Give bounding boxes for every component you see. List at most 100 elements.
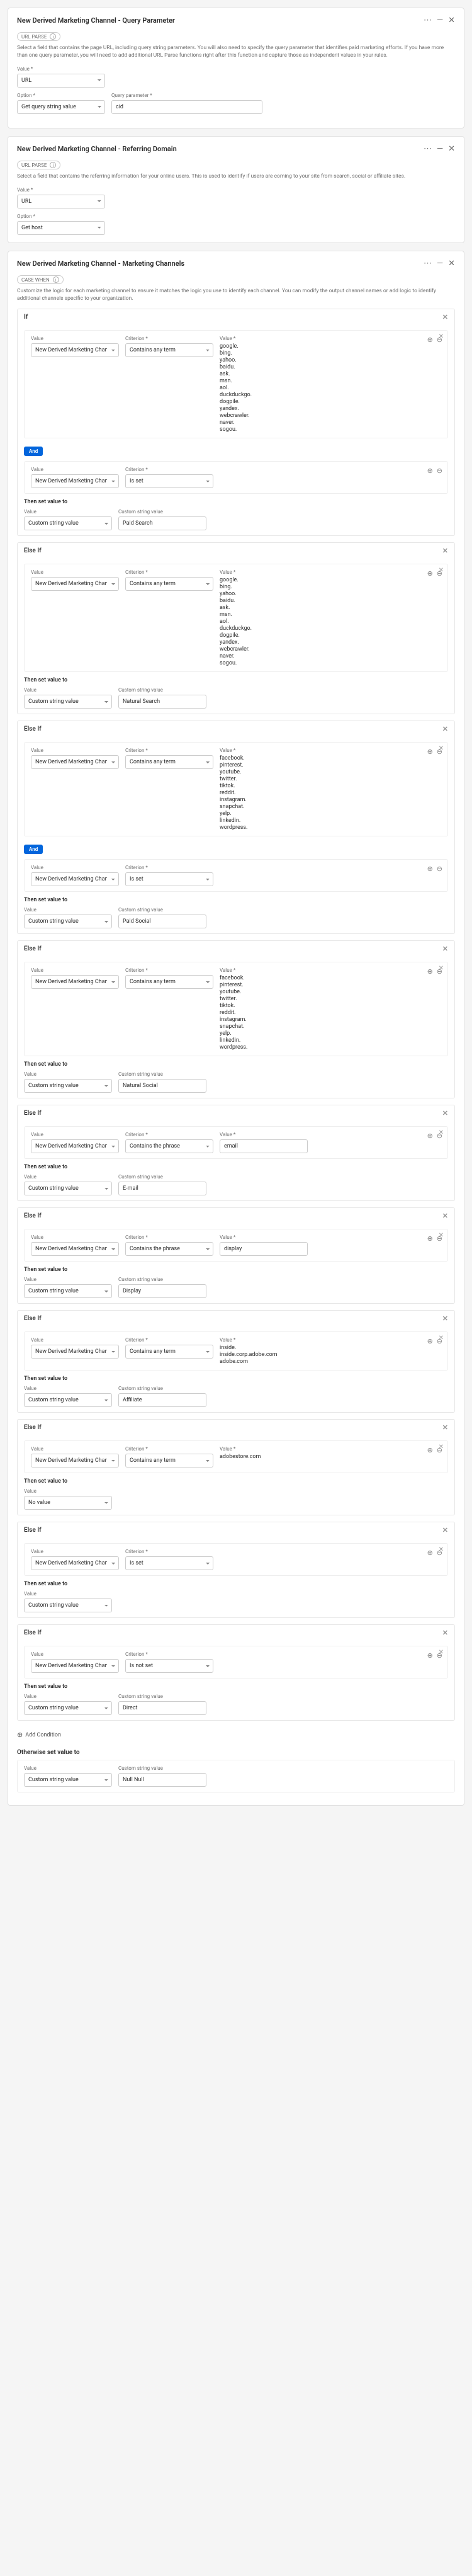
then-value-select[interactable]: Custom string value	[24, 516, 112, 530]
add-icon[interactable]: ⊕	[427, 748, 433, 756]
delete-icon[interactable]: ⊖	[437, 336, 442, 344]
collapse-icon[interactable]: —	[437, 16, 443, 25]
value-select[interactable]: New Derived Marketing Channe...n	[31, 1242, 119, 1256]
close-icon[interactable]: ✕	[442, 1314, 448, 1323]
option-select[interactable]: Get host	[17, 221, 105, 235]
then-value-input[interactable]	[118, 1182, 206, 1195]
delete-icon[interactable]: ⊖	[437, 1549, 442, 1557]
add-icon[interactable]: ⊕	[427, 1337, 433, 1345]
criterion-select[interactable]: Contains any term	[125, 1345, 213, 1359]
add-icon[interactable]: ⊕	[427, 967, 433, 976]
value-select[interactable]: New Derived Marketing Channe...n	[31, 755, 119, 769]
value-list[interactable]: adobestore.com	[220, 1454, 276, 1460]
then-value-select[interactable]: Custom string value	[24, 1701, 112, 1715]
more-icon[interactable]: ⋯	[424, 144, 432, 154]
value-select[interactable]: New Derived Marketing Channe...n	[31, 872, 119, 886]
collapse-icon[interactable]: —	[437, 259, 443, 268]
add-icon[interactable]: ⊕	[427, 1234, 433, 1243]
close-icon[interactable]: ✕	[442, 1423, 448, 1432]
then-value-select[interactable]: Custom string value	[24, 1284, 112, 1298]
value-list[interactable]: google.bing.yahoo.baidu.ask.msn.aol.duck…	[220, 577, 276, 666]
then-value-input[interactable]	[118, 1393, 206, 1407]
then-value-input[interactable]	[118, 695, 206, 709]
close-icon[interactable]: ✕	[442, 547, 448, 555]
and-button[interactable]: And	[24, 845, 43, 854]
value-select[interactable]: New Derived Marketing Channe...n	[31, 1139, 119, 1153]
help-icon[interactable]: i	[53, 276, 59, 283]
close-icon[interactable]: ✕	[442, 313, 448, 321]
criterion-select[interactable]: Contains any term	[125, 577, 213, 591]
value-select[interactable]: New Derived Marketing Channe...n	[31, 343, 119, 357]
then-value-select[interactable]: Custom string value	[24, 1079, 112, 1093]
value-list[interactable]: google.bing.yahoo.baidu.ask.msn.aol.duck…	[220, 343, 276, 433]
and-button[interactable]: And	[24, 447, 43, 456]
close-icon[interactable]: ✕	[442, 945, 448, 953]
then-value-input[interactable]	[118, 1079, 206, 1093]
criterion-select[interactable]: Contains any term	[125, 755, 213, 769]
add-icon[interactable]: ⊕	[427, 1651, 433, 1660]
then-value-select[interactable]: No value	[24, 1496, 112, 1510]
value-list[interactable]: inside.inside.corp.adobe.comadobe.com	[220, 1345, 278, 1365]
then-value-select[interactable]: Custom string value	[24, 1599, 112, 1612]
add-icon[interactable]: ⊕	[427, 569, 433, 578]
add-icon[interactable]: ⊕	[427, 336, 433, 344]
add-icon[interactable]: ⊕	[427, 1549, 433, 1557]
then-value-input[interactable]	[118, 516, 206, 530]
delete-icon[interactable]: ⊖	[437, 748, 442, 756]
close-icon[interactable]: ✕	[442, 1526, 448, 1534]
otherwise-value-select[interactable]: Custom string value	[24, 1773, 112, 1787]
delete-icon[interactable]: ⊖	[437, 1337, 442, 1345]
then-value-input[interactable]	[118, 1284, 206, 1298]
delete-icon[interactable]: ⊖	[437, 1446, 442, 1454]
criterion-select[interactable]: Contains the phrase	[125, 1242, 213, 1256]
close-icon[interactable]: ✕	[442, 1212, 448, 1220]
more-icon[interactable]: ⋯	[424, 16, 432, 25]
delete-icon[interactable]: ⊖	[437, 467, 442, 475]
close-icon[interactable]: ✕	[448, 144, 455, 154]
delete-icon[interactable]: ⊖	[437, 1132, 442, 1140]
query-param-input[interactable]	[111, 100, 262, 114]
delete-icon[interactable]: ⊖	[437, 1651, 442, 1660]
value-select[interactable]: New Derived Marketing Channe...n	[31, 1659, 119, 1673]
option-select[interactable]: Get query string value	[17, 100, 105, 114]
value-select[interactable]: New Derived Marketing Channe...n	[31, 1454, 119, 1468]
phrase-input[interactable]	[220, 1242, 308, 1256]
criterion-select[interactable]: Is set	[125, 1556, 213, 1570]
delete-icon[interactable]: ⊖	[437, 569, 442, 578]
criterion-select[interactable]: Contains any term	[125, 343, 213, 357]
then-value-select[interactable]: Custom string value	[24, 1393, 112, 1407]
value-list[interactable]: facebook.pinterest.youtube.twitter.tikto…	[220, 755, 276, 831]
add-icon[interactable]: ⊕	[427, 1132, 433, 1140]
delete-icon[interactable]: ⊖	[437, 967, 442, 976]
close-icon[interactable]: ✕	[448, 259, 455, 268]
value-select[interactable]: New Derived Marketing Channe...n	[31, 975, 119, 989]
collapse-icon[interactable]: —	[437, 144, 443, 154]
then-value-input[interactable]	[118, 1701, 206, 1715]
phrase-input[interactable]	[220, 1139, 308, 1153]
criterion-select[interactable]: Is set	[125, 474, 213, 488]
criterion-select[interactable]: Contains the phrase	[125, 1139, 213, 1153]
add-icon[interactable]: ⊕	[427, 1446, 433, 1454]
otherwise-value-input[interactable]	[118, 1773, 206, 1787]
delete-icon[interactable]: ⊖	[437, 865, 442, 873]
value-select[interactable]: New Derived Marketing Channe...n	[31, 474, 119, 488]
value-list[interactable]: facebook.pinterest.youtube.twitter.tikto…	[220, 975, 276, 1051]
value-select[interactable]: URL	[17, 195, 105, 208]
criterion-select[interactable]: Is set	[125, 872, 213, 886]
close-icon[interactable]: ✕	[442, 1109, 448, 1117]
value-select[interactable]: New Derived Marketing Channe...n	[31, 1556, 119, 1570]
then-value-select[interactable]: Custom string value	[24, 915, 112, 928]
criterion-select[interactable]: Contains any term	[125, 1454, 213, 1468]
help-icon[interactable]: i	[50, 33, 56, 40]
value-select[interactable]: New Derived Marketing Channe...n	[31, 577, 119, 591]
add-icon[interactable]: ⊕	[427, 467, 433, 475]
add-condition-button[interactable]: Add Condition	[17, 1727, 455, 1743]
help-icon[interactable]: i	[50, 162, 56, 168]
criterion-select[interactable]: Contains any term	[125, 975, 213, 989]
delete-icon[interactable]: ⊖	[437, 1234, 442, 1243]
close-icon[interactable]: ✕	[442, 725, 448, 733]
add-icon[interactable]: ⊕	[427, 865, 433, 873]
then-value-select[interactable]: Custom string value	[24, 1182, 112, 1195]
more-icon[interactable]: ⋯	[424, 259, 432, 268]
then-value-input[interactable]	[118, 915, 206, 928]
